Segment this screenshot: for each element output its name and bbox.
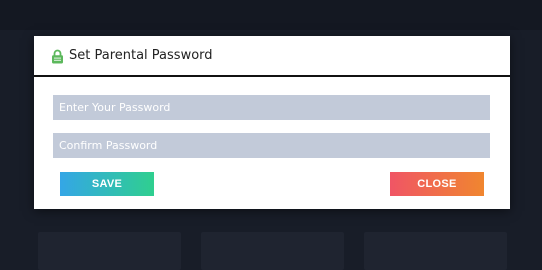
header-divider — [34, 75, 510, 77]
background-tile — [364, 232, 507, 270]
lock-icon — [52, 49, 63, 64]
password-field[interactable] — [53, 95, 490, 120]
background-tile — [201, 232, 344, 270]
save-button[interactable]: SAVE — [60, 172, 154, 196]
confirm-password-field[interactable] — [53, 133, 490, 158]
parental-password-dialog: Set Parental Password SAVE CLOSE — [34, 36, 510, 209]
background-tile — [38, 232, 181, 270]
close-button[interactable]: CLOSE — [390, 172, 484, 196]
background-header — [0, 0, 542, 30]
dialog-title: Set Parental Password — [69, 48, 213, 63]
dialog-header: Set Parental Password — [34, 36, 510, 75]
